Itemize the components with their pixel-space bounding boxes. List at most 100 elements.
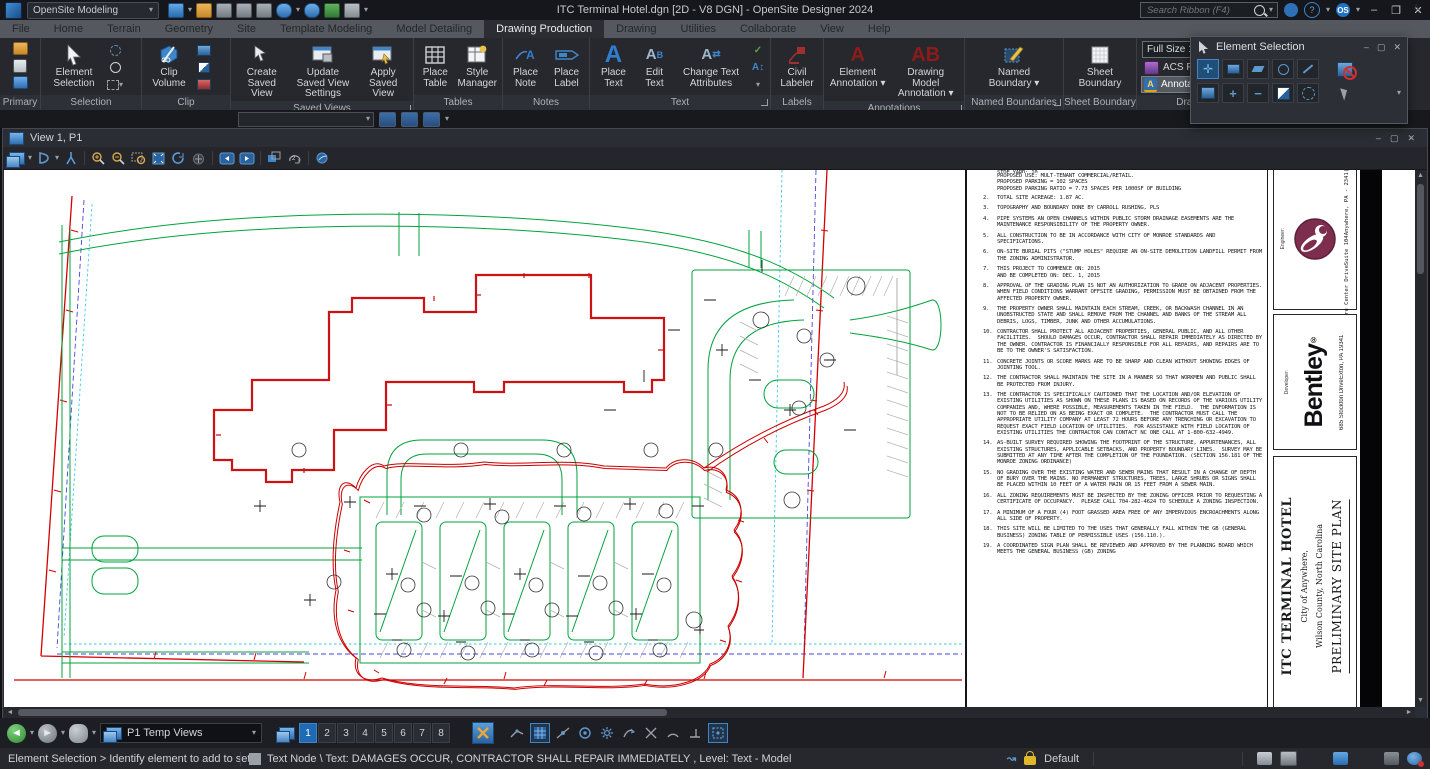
add-to-selection-button[interactable]: + bbox=[1222, 83, 1244, 103]
select-elements-button[interactable] bbox=[1197, 83, 1219, 103]
save-icon[interactable] bbox=[216, 2, 233, 18]
ribbon-tab[interactable]: Help bbox=[856, 20, 903, 38]
dialog-title-bar[interactable]: Element Selection – ▢ ✕ bbox=[1191, 37, 1407, 57]
dialog-toggle-icon[interactable] bbox=[379, 111, 396, 127]
text-styles-icon[interactable]: A↕ bbox=[749, 60, 767, 75]
chevron-down-icon[interactable]: ▾ bbox=[61, 729, 65, 737]
dialog-close-icon[interactable]: ✕ bbox=[1393, 42, 1401, 53]
restore-button[interactable]: ❐ bbox=[1388, 4, 1404, 17]
view-minimize-icon[interactable]: – bbox=[1376, 133, 1381, 144]
chevron-down-icon[interactable]: ▾ bbox=[1326, 6, 1330, 14]
snap-settings-icon[interactable] bbox=[598, 724, 616, 742]
snap-elbow-icon[interactable] bbox=[508, 724, 526, 742]
update-saved-view-button[interactable]: Update Saved View Settings bbox=[292, 41, 355, 101]
help-icon[interactable]: ? bbox=[1303, 2, 1320, 18]
view-number-toggle[interactable]: 2 bbox=[318, 723, 337, 743]
chevron-down-icon[interactable]: ▾ bbox=[296, 6, 300, 14]
view-number-toggle[interactable]: 3 bbox=[337, 723, 356, 743]
new-selection-mode-button[interactable] bbox=[1335, 60, 1357, 80]
place-note-button[interactable]: A Place Note bbox=[506, 41, 545, 90]
sheet-boundary-button[interactable]: Sheet Boundary bbox=[1072, 41, 1128, 90]
chevron-down-icon[interactable]: ▾ bbox=[55, 154, 59, 162]
models-icon[interactable] bbox=[401, 111, 418, 127]
create-saved-view-button[interactable]: Create Saved View bbox=[234, 41, 290, 101]
select-all-button[interactable] bbox=[1297, 83, 1319, 103]
ribbon-tab[interactable]: Home bbox=[42, 20, 95, 38]
view-group-select[interactable]: P1 Temp Views ▾ bbox=[100, 723, 263, 743]
view-clip-tools-icon[interactable] bbox=[314, 150, 331, 166]
view-previous-icon[interactable] bbox=[218, 150, 235, 166]
snap-tangent-icon[interactable] bbox=[620, 724, 638, 742]
ribbon-tab[interactable]: View bbox=[808, 20, 856, 38]
view-title-bar[interactable]: View 1, P1 – ▢ ✕ bbox=[3, 129, 1427, 147]
active-level[interactable]: Default bbox=[1044, 753, 1079, 765]
spell-check-icon[interactable]: ✓ bbox=[749, 43, 767, 58]
view-number-toggle[interactable]: 8 bbox=[432, 723, 451, 743]
chevron-down-icon[interactable]: ▾ bbox=[28, 154, 32, 162]
invert-selection-button[interactable] bbox=[1272, 83, 1294, 103]
view-maximize-icon[interactable]: ▢ bbox=[1390, 133, 1399, 144]
redo-icon[interactable] bbox=[304, 2, 321, 18]
open-views-icon[interactable] bbox=[275, 725, 295, 743]
dialog-status-icon[interactable] bbox=[1333, 752, 1348, 765]
snap-grid-lock-icon[interactable] bbox=[530, 723, 551, 743]
view-attributes-icon[interactable] bbox=[5, 150, 25, 168]
ribbon-tab[interactable]: Geometry bbox=[153, 20, 225, 38]
view-number-toggle[interactable]: 6 bbox=[394, 723, 413, 743]
minimize-button[interactable]: – bbox=[1366, 4, 1382, 16]
chevron-down-icon[interactable]: ▾ bbox=[1269, 6, 1273, 14]
apply-saved-view-button[interactable]: Apply Saved View bbox=[356, 41, 410, 101]
copy-view-icon[interactable] bbox=[266, 150, 283, 166]
tools-icon[interactable] bbox=[11, 41, 29, 56]
view-history-button[interactable] bbox=[69, 723, 89, 743]
ribbon-tab[interactable]: File bbox=[0, 20, 42, 38]
place-table-button[interactable]: Place Table bbox=[417, 41, 454, 90]
print-icon[interactable] bbox=[344, 2, 361, 18]
next-view-button[interactable]: ► bbox=[38, 723, 58, 743]
zoom-out-icon[interactable] bbox=[110, 150, 127, 166]
cells-status-icon[interactable] bbox=[1280, 751, 1297, 766]
named-boundary-button[interactable]: Named Boundary ▾ bbox=[981, 41, 1047, 90]
ribbon-tab[interactable]: Model Detailing bbox=[384, 20, 484, 38]
account-badge[interactable]: OS bbox=[1335, 3, 1350, 17]
place-text-button[interactable]: A Place Text bbox=[593, 41, 634, 90]
clip-boundary-icon[interactable] bbox=[195, 60, 213, 75]
style-manager-button[interactable]: Style Manager bbox=[456, 41, 499, 90]
collapse-ribbon-icon[interactable]: ∧ bbox=[1413, 2, 1420, 13]
select-circle-button[interactable] bbox=[1272, 59, 1294, 79]
drawing-canvas[interactable]: SIDE YARD: 10 PROPOSED USE: MULT-TENANT … bbox=[4, 170, 1415, 707]
explorer-icon[interactable] bbox=[324, 2, 341, 18]
view-close-icon[interactable]: ✕ bbox=[1407, 133, 1415, 144]
remove-from-selection-button[interactable]: − bbox=[1247, 83, 1269, 103]
ribbon-tab[interactable]: Site bbox=[225, 20, 268, 38]
display-style-icon[interactable] bbox=[35, 150, 52, 166]
accusnap-toggle-icon[interactable] bbox=[708, 723, 729, 743]
pan-view-icon[interactable] bbox=[190, 150, 207, 166]
drawing-model-annotation-button[interactable]: AB Drawing Model Annotation ▾ bbox=[890, 41, 961, 101]
dialog-launcher-icon[interactable] bbox=[1054, 99, 1061, 106]
adjust-view-icon[interactable] bbox=[62, 150, 79, 166]
snap-keypoint-icon[interactable] bbox=[576, 724, 594, 742]
horizontal-scrollbar[interactable]: ◄ ► bbox=[4, 707, 1415, 718]
more-text-tools-icon[interactable]: ▾ bbox=[749, 77, 767, 92]
view-number-toggle[interactable]: 5 bbox=[375, 723, 394, 743]
search-input[interactable] bbox=[1144, 3, 1250, 17]
snap-perpendicular-icon[interactable] bbox=[686, 724, 704, 742]
undo-icon[interactable] bbox=[276, 2, 293, 18]
ribbon-tab[interactable]: Terrain bbox=[95, 20, 153, 38]
scroll-right-icon[interactable]: ► bbox=[1403, 707, 1415, 718]
model-status-icon[interactable] bbox=[1384, 752, 1399, 765]
element-selection-button[interactable]: Element Selection bbox=[44, 41, 104, 90]
ribbon-tab[interactable]: Drawing Production bbox=[484, 20, 605, 38]
fence-tools-icon[interactable] bbox=[106, 43, 124, 58]
dialog-launcher-icon[interactable] bbox=[761, 99, 768, 106]
select-line-button[interactable] bbox=[1297, 59, 1319, 79]
ribbon-search[interactable]: ▾ bbox=[1139, 2, 1278, 18]
scrollbar-thumb[interactable] bbox=[1417, 184, 1424, 274]
clip-volume-button[interactable]: Clip Volume bbox=[145, 41, 193, 90]
running-coordinates-icon[interactable]: ↝ bbox=[1007, 752, 1016, 765]
previous-view-button[interactable]: ◄ bbox=[7, 723, 26, 743]
ribbon-tab[interactable]: Collaborate bbox=[728, 20, 808, 38]
chevron-down-icon[interactable]: ▾ bbox=[1356, 6, 1360, 14]
search-icon[interactable] bbox=[1253, 4, 1265, 16]
